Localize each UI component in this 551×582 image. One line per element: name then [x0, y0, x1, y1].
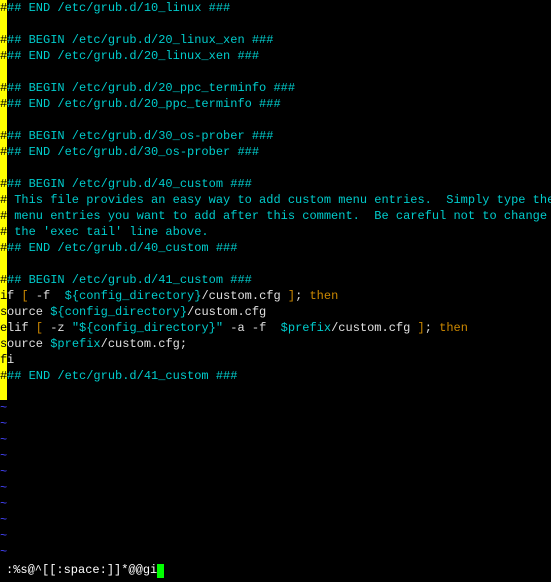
highlight-column: #	[0, 32, 7, 48]
code-line: ### BEGIN /etc/grub.d/20_ppc_terminfo ##…	[0, 80, 551, 96]
tilde-line: ~	[0, 528, 551, 544]
highlight-column: #	[0, 80, 7, 96]
code-line: ### BEGIN /etc/grub.d/20_linux_xen ###	[0, 32, 551, 48]
code-line: elif [ -z "${config_directory}" -a -f $p…	[0, 320, 551, 336]
code-line: ### BEGIN /etc/grub.d/41_custom ###	[0, 272, 551, 288]
line-content	[7, 160, 551, 176]
tilde-line: ~	[0, 448, 551, 464]
line-content: ## END /etc/grub.d/30_os-prober ###	[7, 144, 551, 160]
line-content: This file provides an easy way to add cu…	[7, 192, 551, 208]
code-line: # the 'exec tail' line above.	[0, 224, 551, 240]
code-line	[0, 256, 551, 272]
line-content: menu entries you want to add after this …	[7, 208, 551, 224]
line-content: ## BEGIN /etc/grub.d/20_ppc_terminfo ###	[7, 80, 551, 96]
code-line: # menu entries you want to add after thi…	[0, 208, 551, 224]
empty-lines: ~~~~~~~~~~	[0, 400, 551, 560]
line-content: ## END /etc/grub.d/20_ppc_terminfo ###	[7, 96, 551, 112]
tilde-line: ~	[0, 416, 551, 432]
line-content: ## BEGIN /etc/grub.d/20_linux_xen ###	[7, 32, 551, 48]
highlight-column: s	[0, 336, 7, 352]
line-content: ## END /etc/grub.d/10_linux ###	[7, 0, 551, 16]
highlight-column: #	[0, 192, 7, 208]
highlight-column	[0, 112, 7, 128]
command-text: :%s@^[[:space:]]*@@gi	[6, 563, 157, 577]
tilde-line: ~	[0, 544, 551, 560]
code-line: ### END /etc/grub.d/41_custom ###	[0, 368, 551, 384]
line-content: the 'exec tail' line above.	[7, 224, 551, 240]
code-lines: ### END /etc/grub.d/10_linux ### ### BEG…	[0, 0, 551, 400]
code-line: fi	[0, 352, 551, 368]
tilde-line: ~	[0, 496, 551, 512]
tilde-line: ~	[0, 432, 551, 448]
line-content: lif [ -z "${config_directory}" -a -f $pr…	[7, 320, 551, 336]
highlight-column: f	[0, 352, 7, 368]
code-line	[0, 160, 551, 176]
code-line: ### END /etc/grub.d/10_linux ###	[0, 0, 551, 16]
highlight-column: #	[0, 0, 7, 16]
code-line: ### END /etc/grub.d/30_os-prober ###	[0, 144, 551, 160]
line-content	[7, 384, 551, 400]
highlight-column: #	[0, 144, 7, 160]
highlight-column	[0, 256, 7, 272]
highlight-column: #	[0, 240, 7, 256]
line-content	[7, 256, 551, 272]
tilde-line: ~	[0, 400, 551, 416]
highlight-column: #	[0, 224, 7, 240]
highlight-column: s	[0, 304, 7, 320]
code-line: ### END /etc/grub.d/20_ppc_terminfo ###	[0, 96, 551, 112]
cursor	[157, 564, 164, 578]
code-line: # This file provides an easy way to add …	[0, 192, 551, 208]
highlight-column: e	[0, 320, 7, 336]
highlight-column: #	[0, 176, 7, 192]
code-line	[0, 64, 551, 80]
highlight-column: #	[0, 128, 7, 144]
code-line: source ${config_directory}/custom.cfg	[0, 304, 551, 320]
code-line: ### END /etc/grub.d/40_custom ###	[0, 240, 551, 256]
editor-viewport[interactable]: ### END /etc/grub.d/10_linux ### ### BEG…	[0, 0, 551, 560]
tilde-line: ~	[0, 480, 551, 496]
highlight-column: #	[0, 272, 7, 288]
line-content: ## END /etc/grub.d/41_custom ###	[7, 368, 551, 384]
line-content: ## BEGIN /etc/grub.d/40_custom ###	[7, 176, 551, 192]
line-content: ## END /etc/grub.d/40_custom ###	[7, 240, 551, 256]
line-content: ource ${config_directory}/custom.cfg	[7, 304, 551, 320]
tilde-line: ~	[0, 512, 551, 528]
line-content: f [ -f ${config_directory}/custom.cfg ];…	[7, 288, 551, 304]
code-line	[0, 384, 551, 400]
code-line: source $prefix/custom.cfg;	[0, 336, 551, 352]
code-line: ### BEGIN /etc/grub.d/30_os-prober ###	[0, 128, 551, 144]
line-content: i	[7, 352, 551, 368]
code-line	[0, 16, 551, 32]
code-line: if [ -f ${config_directory}/custom.cfg ]…	[0, 288, 551, 304]
line-content: ource $prefix/custom.cfg;	[7, 336, 551, 352]
highlight-column: #	[0, 96, 7, 112]
highlight-column	[0, 384, 7, 400]
highlight-column: #	[0, 208, 7, 224]
line-content: ## BEGIN /etc/grub.d/30_os-prober ###	[7, 128, 551, 144]
line-content	[7, 112, 551, 128]
line-content: ## BEGIN /etc/grub.d/41_custom ###	[7, 272, 551, 288]
code-line	[0, 112, 551, 128]
highlight-column: #	[0, 368, 7, 384]
line-content	[7, 64, 551, 80]
highlight-column	[0, 64, 7, 80]
code-line: ### BEGIN /etc/grub.d/40_custom ###	[0, 176, 551, 192]
command-line[interactable]: :%s@^[[:space:]]*@@gi	[6, 562, 164, 578]
line-content: ## END /etc/grub.d/20_linux_xen ###	[7, 48, 551, 64]
highlight-column	[0, 16, 7, 32]
code-line: ### END /etc/grub.d/20_linux_xen ###	[0, 48, 551, 64]
highlight-column: #	[0, 48, 7, 64]
tilde-line: ~	[0, 464, 551, 480]
line-content	[7, 16, 551, 32]
highlight-column: i	[0, 288, 7, 304]
highlight-column	[0, 160, 7, 176]
